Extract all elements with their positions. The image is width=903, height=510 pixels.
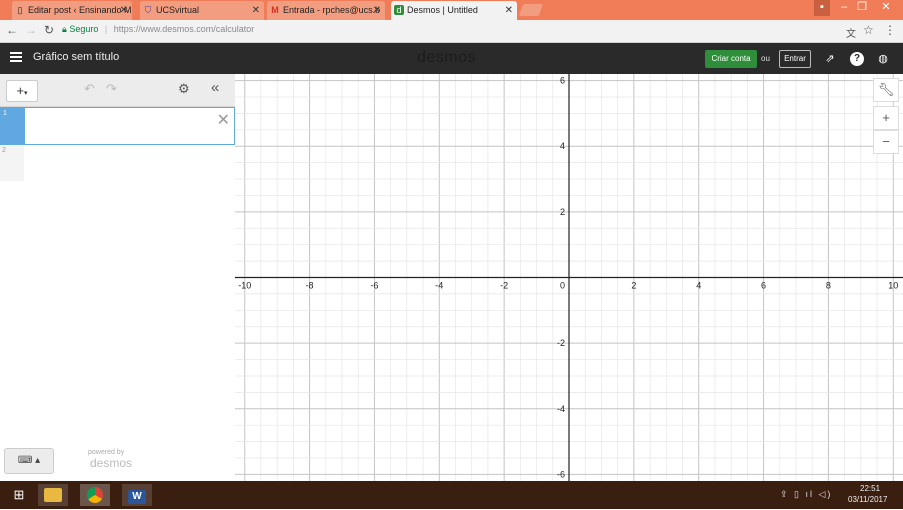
graph-title[interactable]: Gráfico sem título [33,51,119,63]
x-tick-label: 2 [631,281,636,291]
create-account-button[interactable]: Criar conta [705,50,757,68]
zoom-in-button[interactable]: + [873,106,899,130]
shield-icon: ⛉ [144,5,152,15]
desmos-icon: d [394,5,404,15]
clock-date[interactable]: 03/11/2017 [848,495,887,504]
x-tick-label: -6 [370,281,378,291]
desmos-logo: desmos [417,49,477,66]
tab-ucsvirtual[interactable]: ⛉ UCSvirtual ✕ [140,1,264,20]
undo-icon[interactable]: ↶ [84,81,95,97]
x-tick-label: -10 [238,281,251,291]
back-arrow-icon[interactable]: ← [6,23,18,37]
x-tick-label: -4 [435,281,443,291]
caret-up-icon: ▴ [35,455,41,466]
close-tab-icon[interactable]: ✕ [252,1,260,20]
tab-title: Entrada - rpches@ucs.b [283,5,381,15]
expression-row[interactable]: 2 [0,145,235,181]
x-tick-label: -8 [306,281,314,291]
y-tick-label: 4 [560,141,565,151]
y-tick-label: 2 [560,207,565,217]
y-tick-label: 6 [560,76,565,86]
powered-by-logo: desmos [90,456,133,470]
forward-arrow-icon[interactable]: → [25,23,37,37]
tab-title: Editar post ‹ Ensinando M [28,5,132,15]
graph-paper[interactable]: -10 -8 -6 -4 -2 0 2 4 6 8 10 6 4 2 -2 -4 -6 🔧︎ + − [235,74,903,481]
expression-toolbar: +▾ ↶ ↷ ⚙ « [0,74,235,107]
chrome-icon[interactable] [80,484,110,506]
desmos-header: Gráfico sem título desmos Criar conta ou… [0,43,903,74]
page-icon: ▯ [17,5,23,15]
graph-controls: 🔧︎ + − [873,78,899,154]
profile-icon[interactable]: ▪ [814,0,830,16]
translate-icon[interactable]: 文 [846,25,856,40]
close-tab-icon[interactable]: ✕ [120,1,128,20]
new-tab-button[interactable] [518,4,544,16]
or-label: ou [761,54,770,63]
origin-label: 0 [560,281,565,291]
gear-icon[interactable]: ⚙ [178,81,190,97]
collapse-panel-icon[interactable]: « [211,79,219,96]
x-tick-label: 10 [888,281,898,291]
globe-icon[interactable]: ◍ [876,52,890,66]
minimize-button[interactable]: – [834,0,854,16]
bookmark-star-icon[interactable]: ☆ [863,23,874,37]
lock-icon: 🔒︎ [62,24,67,34]
address-bar: ← → ↻ 🔒︎ Seguro | https://www.desmos.com… [0,20,903,43]
expression-index: 2 [0,145,24,181]
expression-row[interactable]: 1 ✕ [0,107,235,145]
hamburger-menu-icon[interactable] [10,52,22,62]
add-item-button[interactable]: +▾ [6,80,38,102]
maximize-button[interactable]: ❐ [852,0,872,16]
redo-icon[interactable]: ↷ [106,81,117,97]
wrench-icon[interactable]: 🔧︎ [873,78,899,102]
gmail-icon: M [271,5,279,15]
powered-by-label: powered by [88,449,125,456]
y-tick-label: -2 [557,338,565,348]
tab-title: Desmos | Untitled [407,5,478,15]
caret-down-icon: ▾ [24,90,28,97]
share-icon[interactable]: ⇗ [823,52,837,66]
secure-label: Seguro [69,24,99,34]
url-separator: | [104,24,108,34]
more-menu-icon[interactable]: ⋮ [884,23,896,37]
keyboard-icon: ⌨ [17,455,33,466]
windows-taskbar: ⊞ W ⇪ ▯ ıl ◁) 22:51 03/11/2017 [0,481,903,509]
expression-index: 1 [1,108,25,144]
close-window-button[interactable]: ✕ [876,0,896,16]
clock-time[interactable]: 22:51 [860,484,880,493]
keyboard-toggle-button[interactable]: ⌨ ▴ [4,448,54,474]
y-tick-label: -6 [557,469,565,479]
y-tick-label: -4 [557,404,565,414]
tab-strip: ▯ Editar post ‹ Ensinando M ✕ ⛉ UCSvirtu… [0,0,903,20]
graph-canvas[interactable]: -10 -8 -6 -4 -2 0 2 4 6 8 10 6 4 2 -2 -4 -6 [235,74,903,481]
word-icon[interactable]: W [122,484,152,506]
file-explorer-icon[interactable] [38,484,68,506]
tab-editar-post[interactable]: ▯ Editar post ‹ Ensinando M ✕ [12,1,132,20]
close-tab-icon[interactable]: ✕ [505,1,513,20]
x-tick-label: 6 [761,281,766,291]
login-button[interactable]: Entrar [779,50,811,68]
url-text: https://www.desmos.com/calculator [113,24,255,34]
delete-expression-icon[interactable]: ✕ [217,110,230,130]
x-tick-label: 8 [826,281,831,291]
url-field[interactable]: 🔒︎ Seguro | https://www.desmos.com/calcu… [62,24,254,35]
tab-gmail[interactable]: M Entrada - rpches@ucs.b ✕ [267,1,385,20]
x-tick-label: -2 [500,281,508,291]
close-tab-icon[interactable]: ✕ [373,1,381,20]
zoom-out-button[interactable]: − [873,130,899,154]
help-icon[interactable]: ? [850,52,864,66]
windows-start-icon[interactable]: ⊞ [4,484,34,506]
system-tray-icons[interactable]: ⇪ ▯ ıl ◁) [780,489,832,500]
reload-icon[interactable]: ↻ [44,23,54,37]
x-tick-label: 4 [696,281,701,291]
expression-panel: +▾ ↶ ↷ ⚙ « 1 ✕ 2 ⌨ ▴ powered by desmos [0,74,236,481]
tab-title: UCSvirtual [156,5,200,15]
tab-desmos[interactable]: d Desmos | Untitled ✕ [391,1,517,20]
